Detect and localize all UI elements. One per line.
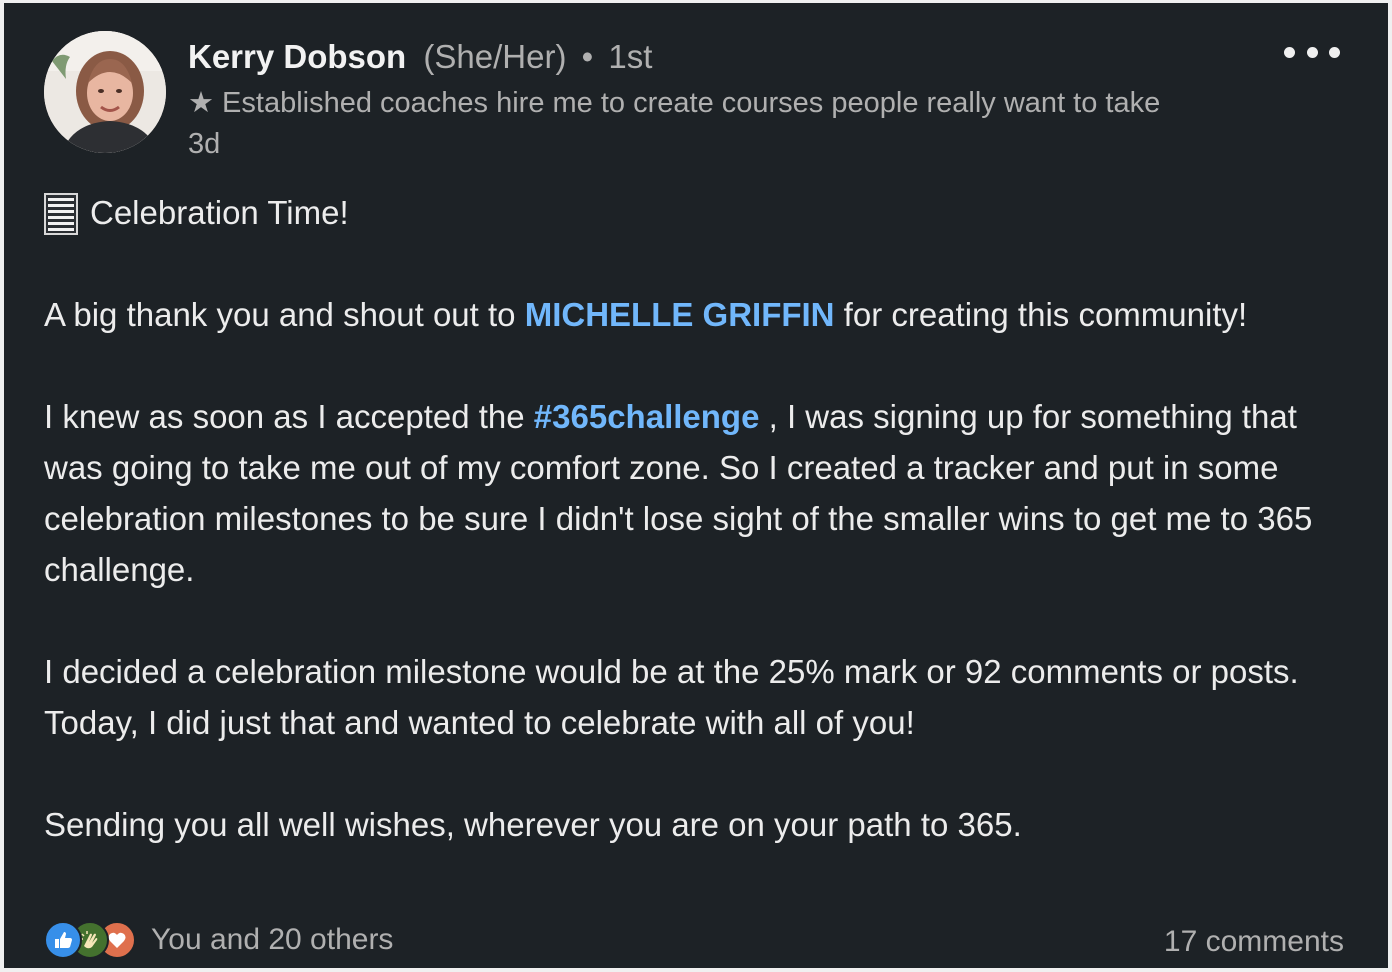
more-horizontal-icon (1284, 46, 1295, 58)
list-icon (44, 192, 78, 235)
post-intro-line: Celebration Time! (44, 187, 1354, 238)
author-pronouns: (She/Her) (423, 38, 567, 75)
author-line: Kerry Dobson (She/Her) • 1st (188, 37, 652, 77)
thanks-text-before: A big thank you and shout out to (44, 296, 525, 333)
post-body: Celebration Time! A big thank you and sh… (44, 187, 1354, 850)
author-headline: ★ Established coaches hire me to create … (188, 87, 1161, 119)
challenge-text-before: I knew as soon as I accepted the (44, 398, 534, 435)
like-reaction-icon (44, 921, 82, 959)
connection-degree: 1st (608, 38, 653, 75)
thanks-text-after: for creating this community! (834, 296, 1248, 333)
author-name[interactable]: Kerry Dobson (188, 38, 406, 75)
post-paragraph-milestone: I decided a celebration milestone would … (44, 653, 1299, 741)
post-paragraph-challenge: I knew as soon as I accepted the #365cha… (44, 391, 1354, 595)
separator-bullet: • (581, 38, 594, 75)
reactions-count-text: You and 20 others (151, 923, 394, 956)
post-footer: You and 20 others 17 comments (44, 921, 1344, 965)
avatar-image (44, 31, 166, 153)
reactions-summary[interactable]: You and 20 others (44, 921, 393, 959)
avatar[interactable] (44, 31, 166, 153)
post-timestamp[interactable]: 3d (188, 126, 220, 162)
post-paragraph-thanks: A big thank you and shout out to MICHELL… (44, 289, 1354, 340)
post-card: Kerry Dobson (She/Her) • 1st ★ Establish… (0, 0, 1392, 972)
hashtag-link[interactable]: #365challenge (534, 398, 760, 435)
more-horizontal-icon (1306, 46, 1318, 58)
comments-count-link[interactable]: 17 comments (1164, 925, 1344, 959)
post-paragraph-wishes: Sending you all well wishes, wherever yo… (44, 806, 1022, 843)
more-options-button[interactable] (1280, 41, 1344, 63)
more-horizontal-icon (1329, 46, 1340, 58)
post-intro-text: Celebration Time! (90, 194, 349, 231)
mention-link[interactable]: MICHELLE GRIFFIN (525, 296, 835, 333)
